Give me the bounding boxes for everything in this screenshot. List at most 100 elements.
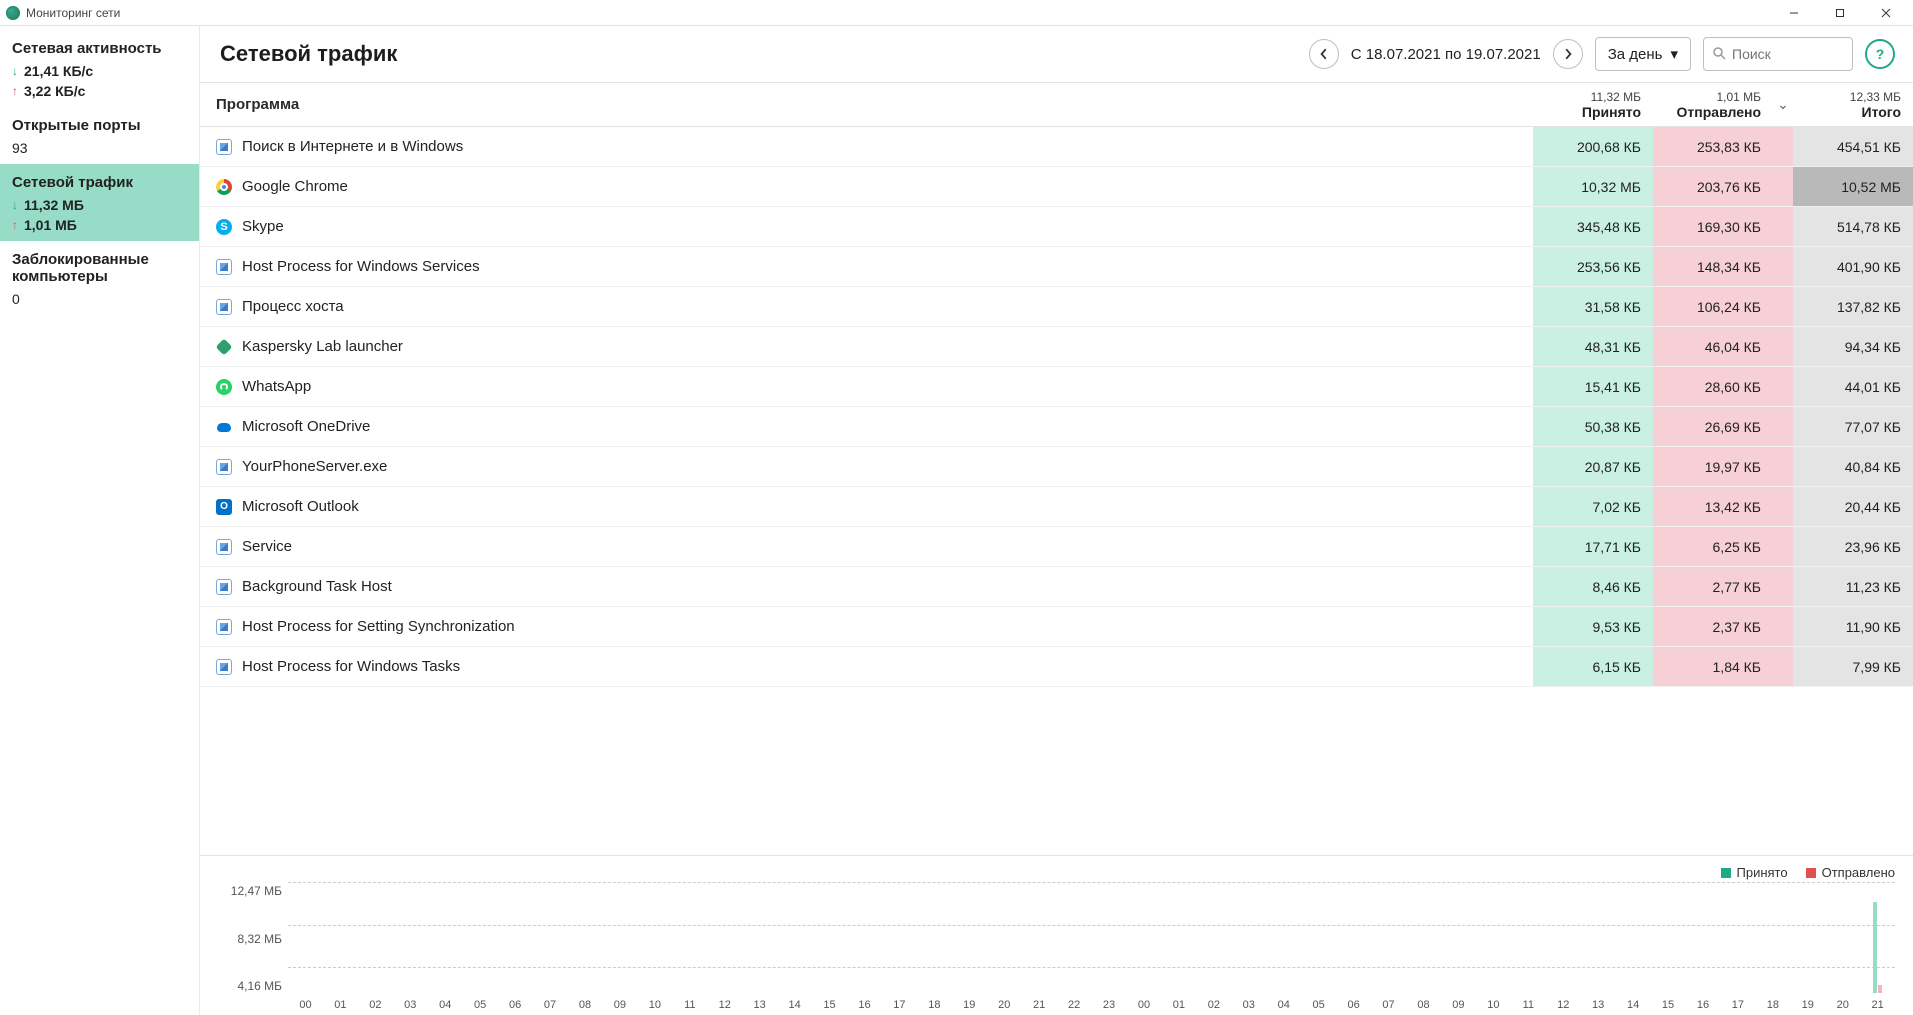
table-row[interactable]: Host Process for Windows Tasks 6,15 КБ1,8… <box>200 647 1913 687</box>
blocked-count: 0 <box>12 291 187 307</box>
upload-arrow-icon: ↑ <box>12 218 18 232</box>
row-name: Google Chrome <box>242 178 348 195</box>
row-total: 401,90 КБ <box>1793 247 1913 286</box>
table-row[interactable]: Background Task Host 8,46 КБ2,77 КБ 11,23 … <box>200 567 1913 607</box>
col-sent[interactable]: 1,01 МБ Отправлено <box>1653 83 1773 126</box>
row-sent: 2,77 КБ <box>1653 567 1773 606</box>
row-received: 8,46 КБ <box>1533 567 1653 606</box>
row-received: 345,48 КБ <box>1533 207 1653 246</box>
row-name: Host Process for Windows Tasks <box>242 658 460 675</box>
app-row-icon <box>216 179 232 195</box>
row-name: Поиск в Интернете и в Windows <box>242 138 463 155</box>
download-arrow-icon: ↓ <box>12 198 18 212</box>
col-program[interactable]: Программа <box>200 83 1533 126</box>
search-icon <box>1712 46 1726 63</box>
app-row-icon <box>216 419 232 435</box>
chart-legend: Принято Отправлено <box>218 862 1895 882</box>
help-button[interactable]: ? <box>1865 39 1895 69</box>
app-row-icon <box>216 338 233 355</box>
row-sent: 26,69 КБ <box>1653 407 1773 446</box>
toolbar: Сетевой трафик С 18.07.2021 по 19.07.202… <box>200 26 1913 82</box>
period-label: За день <box>1608 46 1663 63</box>
date-range: С 18.07.2021 по 19.07.2021 <box>1351 46 1541 63</box>
table-row[interactable]: Поиск в Интернете и в Windows 200,68 КБ25… <box>200 127 1913 167</box>
table-row[interactable]: Kaspersky Lab launcher48,31 КБ46,04 КБ94… <box>200 327 1913 367</box>
sidebar-blocked-title: Заблокированные компьютеры <box>12 251 187 285</box>
col-received[interactable]: 11,32 МБ Принято <box>1533 83 1653 126</box>
row-sent: 28,60 КБ <box>1653 367 1773 406</box>
col-total[interactable]: 12,33 МБ Итого <box>1793 83 1913 126</box>
row-sent: 2,37 КБ <box>1653 607 1773 646</box>
chart-area: Принято Отправлено 12,47 МБ 8,32 МБ 4,16… <box>200 855 1913 1015</box>
sidebar-item-blocked[interactable]: Заблокированные компьютеры 0 <box>0 241 199 315</box>
sidebar-item-activity[interactable]: Сетевая активность ↓21,41 КБ/с ↑3,22 КБ/… <box>0 30 199 107</box>
app-row-icon <box>216 619 232 635</box>
next-range-button[interactable] <box>1553 39 1583 69</box>
x-axis: 0001020304050607080910111213141516171819… <box>288 999 1895 1011</box>
row-sent: 203,76 КБ <box>1653 167 1773 206</box>
close-button[interactable] <box>1863 0 1909 26</box>
table-row[interactable]: Google Chrome 10,32 МБ203,76 КБ 10,52 МБ <box>200 167 1913 207</box>
app-row-icon <box>216 259 232 275</box>
row-total: 11,23 КБ <box>1793 567 1913 606</box>
app-icon <box>6 6 20 20</box>
minimize-button[interactable] <box>1771 0 1817 26</box>
search-input[interactable] <box>1732 46 1844 62</box>
row-sent: 169,30 КБ <box>1653 207 1773 246</box>
row-received: 48,31 КБ <box>1533 327 1653 366</box>
row-sent: 106,24 КБ <box>1653 287 1773 326</box>
table-row[interactable]: Microsoft OneDrive50,38 КБ26,69 КБ77,07 … <box>200 407 1913 447</box>
row-sent: 6,25 КБ <box>1653 527 1773 566</box>
row-total: 10,52 МБ <box>1793 167 1913 206</box>
traffic-download: 11,32 МБ <box>24 197 84 213</box>
table-row[interactable]: WhatsApp15,41 КБ28,60 КБ44,01 КБ <box>200 367 1913 407</box>
ports-count: 93 <box>12 140 187 156</box>
row-total: 44,01 КБ <box>1793 367 1913 406</box>
sidebar-item-ports[interactable]: Открытые порты 93 <box>0 107 199 164</box>
chevron-down-icon: ⌄ <box>1777 96 1789 113</box>
app-row-icon <box>216 139 232 155</box>
table-row[interactable]: Host Process for Setting Synchronization… <box>200 607 1913 647</box>
table-row[interactable]: Процесс хоста31,58 КБ106,24 КБ137,82 КБ <box>200 287 1913 327</box>
prev-range-button[interactable] <box>1309 39 1339 69</box>
row-name: Background Task Host <box>242 578 392 595</box>
y-axis: 12,47 МБ 8,32 МБ 4,16 МБ <box>218 882 288 1011</box>
row-received: 200,68 КБ <box>1533 127 1653 166</box>
legend-received: Принято <box>1721 865 1788 880</box>
row-name: Service <box>242 538 292 555</box>
row-sent: 46,04 КБ <box>1653 327 1773 366</box>
table-row[interactable]: Host Process for Windows Services253,56 … <box>200 247 1913 287</box>
row-sent: 13,42 КБ <box>1653 487 1773 526</box>
table-row[interactable]: Service17,71 КБ6,25 КБ23,96 КБ <box>200 527 1913 567</box>
table-row[interactable]: Microsoft Outlook7,02 КБ13,42 КБ20,44 КБ <box>200 487 1913 527</box>
row-sent: 1,84 КБ <box>1653 647 1773 686</box>
window-controls <box>1771 0 1909 26</box>
row-received: 9,53 КБ <box>1533 607 1653 646</box>
sidebar-ports-title: Открытые порты <box>12 117 187 134</box>
period-dropdown[interactable]: За день ▾ <box>1595 37 1691 71</box>
row-received: 15,41 КБ <box>1533 367 1653 406</box>
search-field[interactable] <box>1703 37 1853 71</box>
maximize-button[interactable] <box>1817 0 1863 26</box>
row-received: 10,32 МБ <box>1533 167 1653 206</box>
legend-swatch-sent-icon <box>1806 868 1816 878</box>
table-row[interactable]: Skype 345,48 КБ169,30 КБ 514,78 КБ <box>200 207 1913 247</box>
app-row-icon <box>216 579 232 595</box>
row-name: Skype <box>242 218 284 235</box>
sidebar-traffic-title: Сетевой трафик <box>12 174 187 191</box>
upload-arrow-icon: ↑ <box>12 84 18 98</box>
row-received: 17,71 КБ <box>1533 527 1653 566</box>
row-received: 6,15 КБ <box>1533 647 1653 686</box>
row-total: 514,78 КБ <box>1793 207 1913 246</box>
row-total: 77,07 КБ <box>1793 407 1913 446</box>
row-received: 31,58 КБ <box>1533 287 1653 326</box>
app-row-icon <box>216 379 232 395</box>
app-row-icon <box>216 299 232 315</box>
row-sent: 253,83 КБ <box>1653 127 1773 166</box>
window-title: Мониторинг сети <box>26 6 120 20</box>
sidebar-item-traffic[interactable]: Сетевой трафик ↓11,32 МБ ↑1,01 МБ <box>0 164 199 241</box>
row-total: 137,82 КБ <box>1793 287 1913 326</box>
sort-indicator[interactable]: ⌄ <box>1773 83 1793 126</box>
activity-download: 21,41 КБ/с <box>24 63 93 79</box>
table-row[interactable]: YourPhoneServer.exe20,87 КБ19,97 КБ40,84… <box>200 447 1913 487</box>
